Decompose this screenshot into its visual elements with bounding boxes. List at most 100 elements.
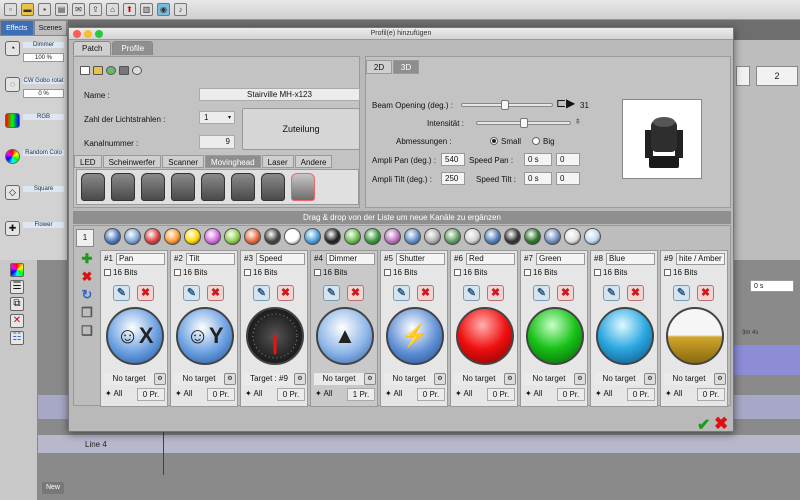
channel-card[interactable]: #3 Speed 16 Bits ✎ ✖ Target : #9 ⚙ ✦ All 0 Pr. [240, 250, 308, 407]
effect-random-color[interactable]: Random Colo [3, 147, 64, 180]
channel-name-input[interactable]: Shutter [396, 253, 445, 265]
effect-square[interactable]: ◇ Square [3, 183, 64, 216]
channel-type-icon[interactable] [184, 228, 201, 245]
bits-toggle[interactable]: 16 Bits [314, 268, 347, 277]
channel-type-icon[interactable] [164, 228, 181, 245]
edit-channel-icon[interactable]: ✎ [673, 285, 690, 301]
bits-toggle[interactable]: 16 Bits [244, 268, 277, 277]
channel-type-icon[interactable] [504, 228, 521, 245]
channel-card[interactable]: #5 Shutter 16 Bits ✎ ✖ ⚡ No target ⚙ ✦ All 0 Pr. [380, 250, 448, 407]
speed-tilt-fraction[interactable]: 0 [556, 172, 580, 185]
preset-count[interactable]: 0 Pr. [557, 388, 585, 401]
speed-tilt-input[interactable]: 0 s [524, 172, 552, 185]
remove-channel-icon[interactable]: ✖ [80, 270, 94, 284]
move-channel-icon[interactable]: ↻ [80, 288, 94, 302]
tab-scheinwerfer[interactable]: Scheinwerfer [102, 155, 162, 168]
palette-icon[interactable] [10, 263, 24, 277]
sequence-icon[interactable]: ☷ [10, 331, 24, 345]
channel-type-icon[interactable] [404, 228, 421, 245]
channel-type-icon[interactable] [324, 228, 341, 245]
target-settings-icon[interactable]: ⚙ [434, 373, 446, 385]
channel-type-icon[interactable] [464, 228, 481, 245]
pan-icon[interactable]: ☺X [106, 307, 164, 365]
channel-type-icon[interactable] [264, 228, 281, 245]
sound-icon[interactable]: ♪ [174, 3, 187, 16]
delete-channel-icon[interactable]: ✖ [207, 285, 224, 301]
delete-channel-icon[interactable]: ✖ [697, 285, 714, 301]
channel-type-icon[interactable] [104, 228, 121, 245]
green-color-icon[interactable] [526, 307, 584, 365]
channel-type-icon[interactable] [424, 228, 441, 245]
add-channel-icon[interactable]: ✚ [80, 252, 94, 266]
channel-type-icon[interactable] [564, 228, 581, 245]
bits-checkbox[interactable] [594, 269, 601, 276]
channel-type-icon[interactable] [364, 228, 381, 245]
channel-name-input[interactable]: Pan [116, 253, 165, 265]
channel-name-input[interactable]: Tilt [186, 253, 235, 265]
network-icon[interactable]: ⌂ [106, 3, 119, 16]
channel-name-input[interactable]: Dimmer [326, 253, 375, 265]
download-icon[interactable] [106, 66, 116, 75]
chart-icon[interactable]: ▥ [140, 3, 153, 16]
bits-checkbox[interactable] [104, 269, 111, 276]
movinghead-icon[interactable] [201, 173, 225, 201]
intensity-slider[interactable] [476, 118, 571, 128]
delete-channel-icon[interactable]: ✖ [277, 285, 294, 301]
slider-knob[interactable] [501, 100, 509, 110]
right-time-field[interactable]: 0 s [750, 280, 794, 292]
effect-cw-gobo[interactable]: ◌ CW Gobo rotat 0 % [3, 75, 64, 108]
bits-checkbox[interactable] [384, 269, 391, 276]
movinghead-icon-selected[interactable] [291, 173, 315, 201]
assign-button[interactable]: Zuteilung [242, 108, 360, 150]
bits-toggle[interactable]: 16 Bits [174, 268, 207, 277]
movinghead-icon[interactable] [111, 173, 135, 201]
dialog-titlebar[interactable]: Profil(e) hinzufügen [69, 28, 733, 40]
right-button[interactable] [736, 66, 750, 86]
bits-toggle[interactable]: 16 Bits [454, 268, 487, 277]
delete-channel-icon[interactable]: ✖ [557, 285, 574, 301]
color-icon[interactable]: ◉ [157, 3, 170, 16]
target-settings-icon[interactable]: ⚙ [224, 373, 236, 385]
mail-icon[interactable]: ✉ [72, 3, 85, 16]
tab-scenes[interactable]: Scenes [33, 20, 67, 36]
target-settings-icon[interactable]: ⚙ [154, 373, 166, 385]
white-amber-icon[interactable] [666, 307, 724, 365]
channel-card[interactable]: #7 Green 16 Bits ✎ ✖ No target ⚙ ✦ All 0 Pr. [520, 250, 588, 407]
slider-knob[interactable] [520, 118, 528, 128]
upload-icon[interactable]: ⬆ [123, 3, 136, 16]
name-input[interactable]: Stairville MH-x123 [199, 88, 360, 101]
preset-count[interactable]: 0 Pr. [417, 388, 445, 401]
effect-dimmer[interactable]: ◔ Dimmer 100 % [3, 39, 64, 72]
preset-count[interactable]: 0 Pr. [277, 388, 305, 401]
export-icon[interactable]: ⇪ [89, 3, 102, 16]
channel-type-icon[interactable] [444, 228, 461, 245]
channel-name-input[interactable]: Green [536, 253, 585, 265]
channel-name-input[interactable]: hite / Amber [676, 253, 725, 265]
save-icon[interactable] [119, 66, 129, 75]
sliders-icon[interactable]: ☰ [10, 280, 24, 294]
channel-type-icon[interactable] [544, 228, 561, 245]
page-number[interactable]: 1 [76, 229, 94, 247]
channel-type-icon[interactable] [484, 228, 501, 245]
timeline-lane-4[interactable] [38, 435, 800, 453]
paste-channel-icon[interactable]: ❏ [80, 324, 94, 338]
cancel-icon[interactable]: ✖ [714, 414, 728, 434]
target-settings-icon[interactable]: ⚙ [294, 373, 306, 385]
tilt-icon[interactable]: ☺Y [176, 307, 234, 365]
new-icon[interactable] [80, 66, 90, 75]
preset-count[interactable]: 0 Pr. [487, 388, 515, 401]
print-icon[interactable]: ▤ [55, 3, 68, 16]
cross-fade-icon[interactable]: ✕ [10, 314, 24, 328]
movinghead-icon[interactable] [231, 173, 255, 201]
preset-count[interactable]: 0 Pr. [697, 388, 725, 401]
effect-flower[interactable]: ✚ Flower [3, 219, 64, 252]
red-color-icon[interactable] [456, 307, 514, 365]
channel-card[interactable]: #6 Red 16 Bits ✎ ✖ No target ⚙ ✦ All 0 Pr. [450, 250, 518, 407]
size-big-radio[interactable] [532, 137, 540, 145]
target-settings-icon[interactable]: ⚙ [644, 373, 656, 385]
blue-color-icon[interactable] [596, 307, 654, 365]
right-value-box[interactable]: 2 [756, 66, 798, 86]
movinghead-icon[interactable] [261, 173, 285, 201]
bits-toggle[interactable]: 16 Bits [594, 268, 627, 277]
preset-count[interactable]: 0 Pr. [207, 388, 235, 401]
